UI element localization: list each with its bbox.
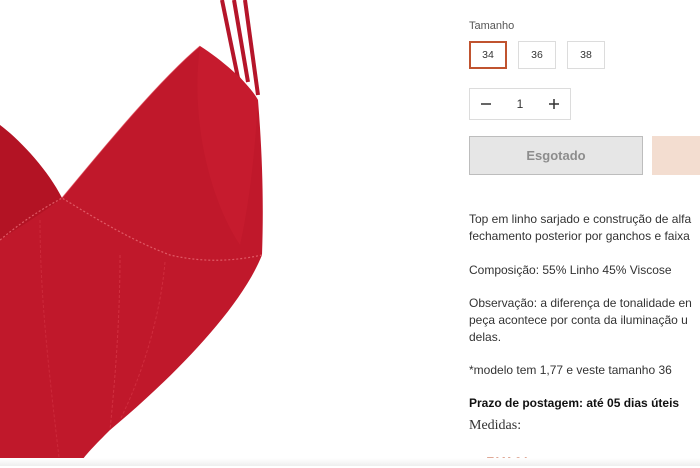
- size-label: Tamanho: [469, 20, 515, 32]
- size-option-36[interactable]: 36: [518, 41, 556, 69]
- page-fold: [0, 458, 700, 466]
- measures-heading: Medidas:: [469, 418, 522, 433]
- model-info-text: *modelo tem 1,77 e veste tamanho 36: [469, 363, 672, 377]
- quantity-value[interactable]: 1: [506, 89, 534, 119]
- plus-icon[interactable]: [540, 89, 568, 119]
- observation-line: delas.: [469, 330, 502, 344]
- quantity-stepper: 1: [469, 88, 571, 120]
- product-image: [0, 0, 263, 466]
- size-option-34[interactable]: 34: [469, 41, 507, 69]
- description-line: Top em linho sarjado e construção de alf…: [469, 212, 692, 226]
- add-to-cart-button[interactable]: [652, 136, 700, 175]
- size-option-38[interactable]: 38: [567, 41, 605, 69]
- observation-line: peça acontece por conta da iluminação u: [469, 313, 688, 327]
- shipping-text: Prazo de postagem: até 05 dias úteis: [469, 396, 680, 410]
- observation-line: Observação: a diferença de tonalidade en: [469, 296, 692, 310]
- composition-text: Composição: 55% Linho 45% Viscose: [469, 263, 672, 277]
- product-details: Tamanho 34 36 38 1 Esgotado Top em linho…: [469, 0, 700, 468]
- description-line: fechamento posterior por ganchos e faixa: [469, 229, 690, 243]
- soldout-button[interactable]: Esgotado: [469, 136, 643, 175]
- minus-icon[interactable]: [472, 89, 500, 119]
